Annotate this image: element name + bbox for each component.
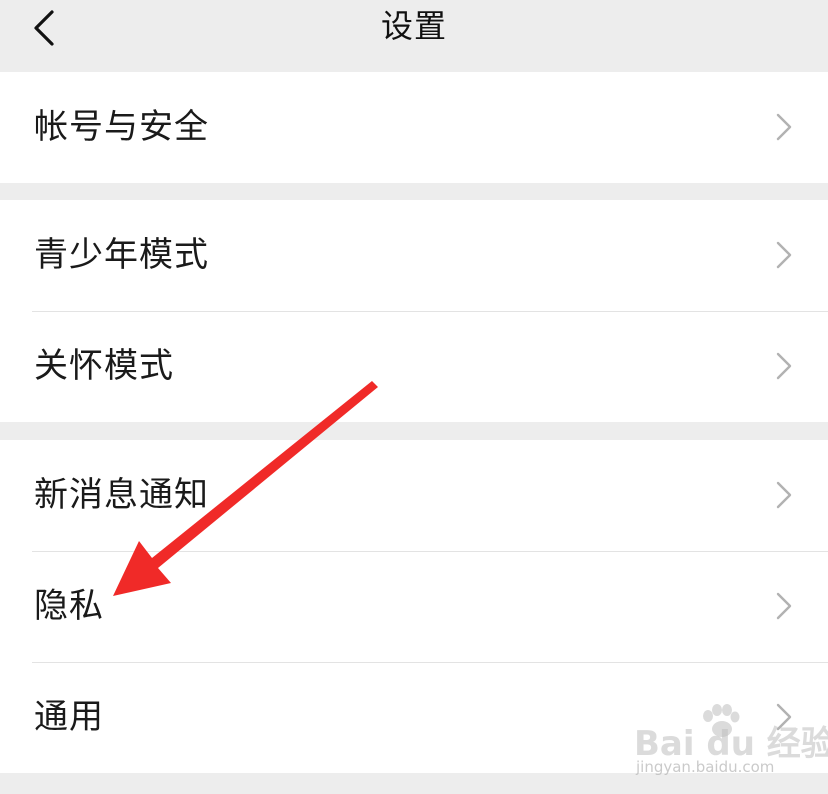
settings-item-label: 帐号与安全: [34, 107, 209, 147]
settings-group-modes: 青少年模式 关怀模式: [0, 200, 828, 422]
settings-group-account: 帐号与安全: [0, 72, 828, 183]
settings-item-care-mode[interactable]: 关怀模式: [0, 311, 828, 422]
settings-item-general[interactable]: 通用: [0, 662, 828, 773]
chevron-right-icon: [776, 592, 792, 620]
settings-item-notifications[interactable]: 新消息通知: [0, 440, 828, 551]
settings-item-label: 隐私: [34, 586, 104, 626]
settings-item-teen-mode[interactable]: 青少年模式: [0, 200, 828, 311]
settings-group-general: 新消息通知 隐私 通用: [0, 440, 828, 773]
settings-item-account-security[interactable]: 帐号与安全: [0, 72, 828, 183]
settings-item-label: 青少年模式: [34, 235, 209, 275]
settings-item-privacy[interactable]: 隐私: [0, 551, 828, 662]
chevron-right-icon: [776, 481, 792, 509]
chevron-right-icon: [776, 352, 792, 380]
settings-item-label: 通用: [34, 697, 104, 737]
page-title: 设置: [380, 7, 447, 45]
chevron-right-icon: [776, 241, 792, 269]
nav-bar: 设置: [0, 0, 828, 72]
chevron-right-icon: [776, 703, 792, 731]
settings-item-label: 新消息通知: [34, 475, 209, 515]
settings-item-label: 关怀模式: [34, 346, 174, 386]
chevron-right-icon: [776, 113, 792, 141]
